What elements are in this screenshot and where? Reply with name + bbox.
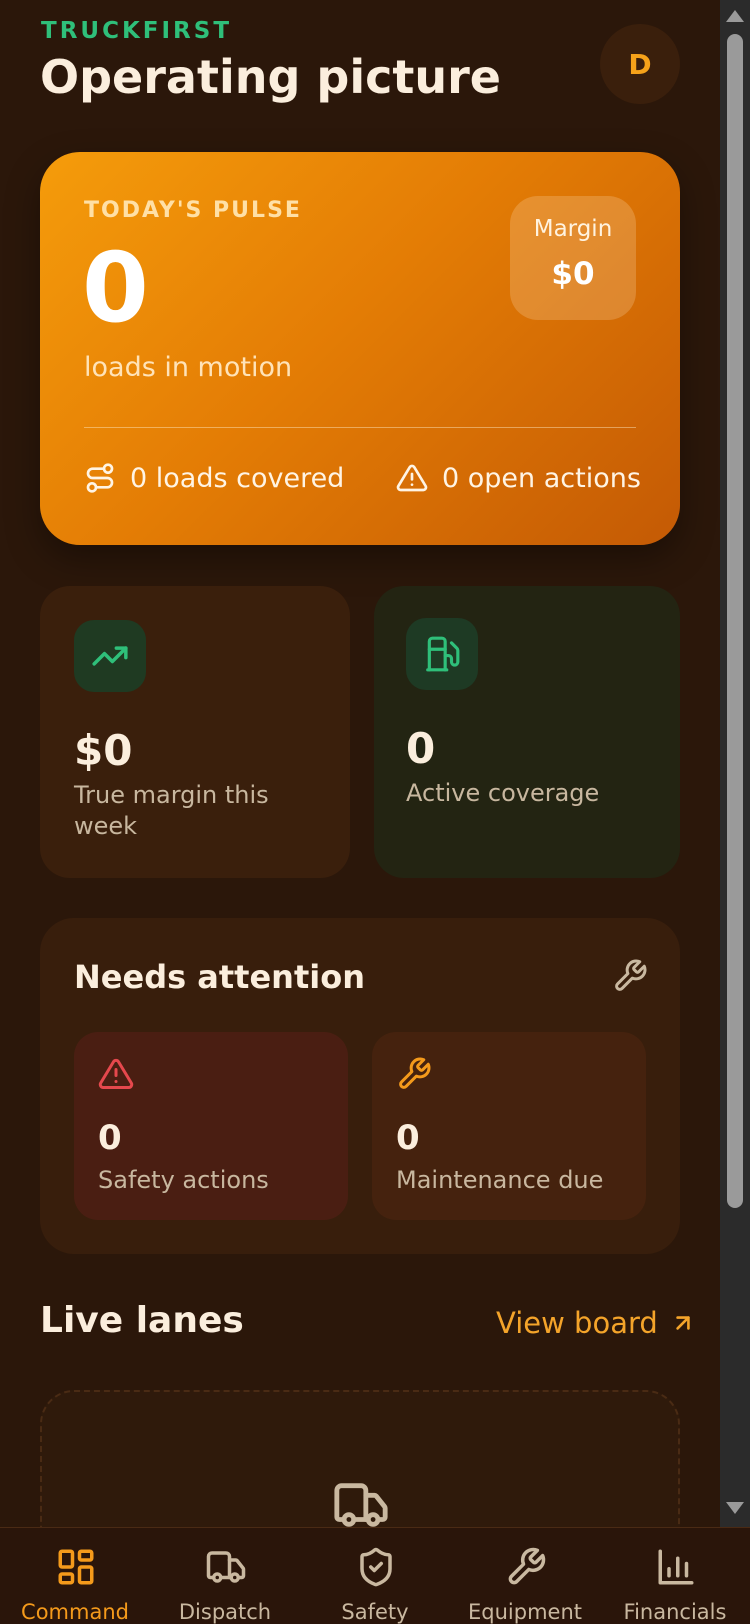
- nav-item-financials[interactable]: Financials: [600, 1528, 750, 1624]
- needs-attention-title: Needs attention: [74, 958, 365, 996]
- nav-item-safety[interactable]: Safety: [300, 1528, 450, 1624]
- maintenance-due-caption: Maintenance due: [396, 1166, 604, 1194]
- nav-label-equipment: Equipment: [468, 1600, 582, 1624]
- maintenance-due-value: 0: [396, 1118, 420, 1158]
- wrench-icon: [615, 959, 647, 991]
- loads-in-motion-caption: loads in motion: [84, 352, 293, 383]
- truck-icon: [206, 1551, 246, 1583]
- loads-covered-stat: 0 loads covered: [84, 462, 344, 494]
- needs-attention-card: Needs attention 0 Safety actions 0 Maint…: [40, 918, 680, 1254]
- todays-pulse-card: TODAY'S PULSE 0 loads in motion Margin $…: [40, 152, 680, 545]
- scrollbar-thumb[interactable]: [727, 34, 743, 1208]
- maintenance-due-tile[interactable]: 0 Maintenance due: [372, 1032, 646, 1220]
- safety-actions-tile[interactable]: 0 Safety actions: [74, 1032, 348, 1220]
- route-icon: [86, 463, 114, 493]
- true-margin-value: $0: [74, 726, 133, 775]
- page-title: Operating picture: [40, 50, 501, 104]
- loads-covered-text: 0 loads covered: [130, 462, 345, 494]
- view-board-link[interactable]: View board: [496, 1306, 696, 1340]
- nav-label-financials: Financials: [623, 1600, 727, 1624]
- nav-item-equipment[interactable]: Equipment: [450, 1528, 600, 1624]
- scrollbar[interactable]: [720, 0, 750, 1527]
- wrench-icon: [399, 1057, 431, 1089]
- active-coverage-value: 0: [406, 724, 436, 773]
- fuel-icon-tile: [406, 618, 478, 690]
- scroll-viewport[interactable]: TRUCKFIRST Operating picture D TODAY'S P…: [0, 0, 720, 1527]
- live-lanes-title: Live lanes: [40, 1300, 244, 1341]
- open-actions-stat: 0 open actions: [396, 462, 641, 494]
- trending-up-icon-tile: [74, 620, 146, 692]
- active-coverage-caption: Active coverage: [406, 779, 600, 807]
- bar-chart-icon: [658, 1549, 694, 1585]
- nav-label-safety: Safety: [341, 1600, 409, 1624]
- safety-actions-value: 0: [98, 1118, 122, 1158]
- margin-label: Margin: [533, 216, 613, 242]
- pulse-divider: [84, 427, 636, 428]
- brand-name: TRUCKFIRST: [41, 18, 233, 44]
- true-margin-card[interactable]: $0 True margin this week: [40, 586, 350, 878]
- warning-icon: [98, 1058, 134, 1089]
- wrench-icon: [508, 1547, 546, 1585]
- pulse-label: TODAY'S PULSE: [84, 198, 302, 223]
- margin-value: $0: [551, 256, 595, 292]
- fuel-icon: [426, 636, 460, 672]
- margin-pill: Margin $0: [510, 196, 636, 320]
- loads-in-motion-value: 0: [82, 232, 149, 344]
- live-lanes-empty-state: [40, 1390, 680, 1527]
- nav-item-command[interactable]: Command: [0, 1528, 150, 1624]
- bottom-nav: Command Dispatch Safety Equipment Financ…: [0, 1527, 750, 1624]
- arrow-up-right-icon: [676, 1316, 690, 1330]
- open-actions-text: 0 open actions: [442, 462, 641, 494]
- avatar[interactable]: D: [600, 24, 680, 104]
- view-board-label: View board: [496, 1306, 658, 1340]
- scroll-down-arrow[interactable]: [726, 1502, 744, 1514]
- grid-icon: [58, 1549, 94, 1585]
- true-margin-caption: True margin this week: [74, 781, 269, 841]
- shield-icon: [360, 1547, 392, 1587]
- safety-actions-caption: Safety actions: [98, 1166, 269, 1194]
- nav-label-command: Command: [21, 1600, 129, 1624]
- active-coverage-card[interactable]: 0 Active coverage: [374, 586, 680, 878]
- nav-item-dispatch[interactable]: Dispatch: [150, 1528, 300, 1624]
- trending-up-icon: [92, 646, 128, 666]
- scroll-up-arrow[interactable]: [726, 10, 744, 22]
- warning-icon: [396, 464, 428, 492]
- nav-label-dispatch: Dispatch: [178, 1600, 272, 1624]
- truck-icon: [334, 1483, 388, 1527]
